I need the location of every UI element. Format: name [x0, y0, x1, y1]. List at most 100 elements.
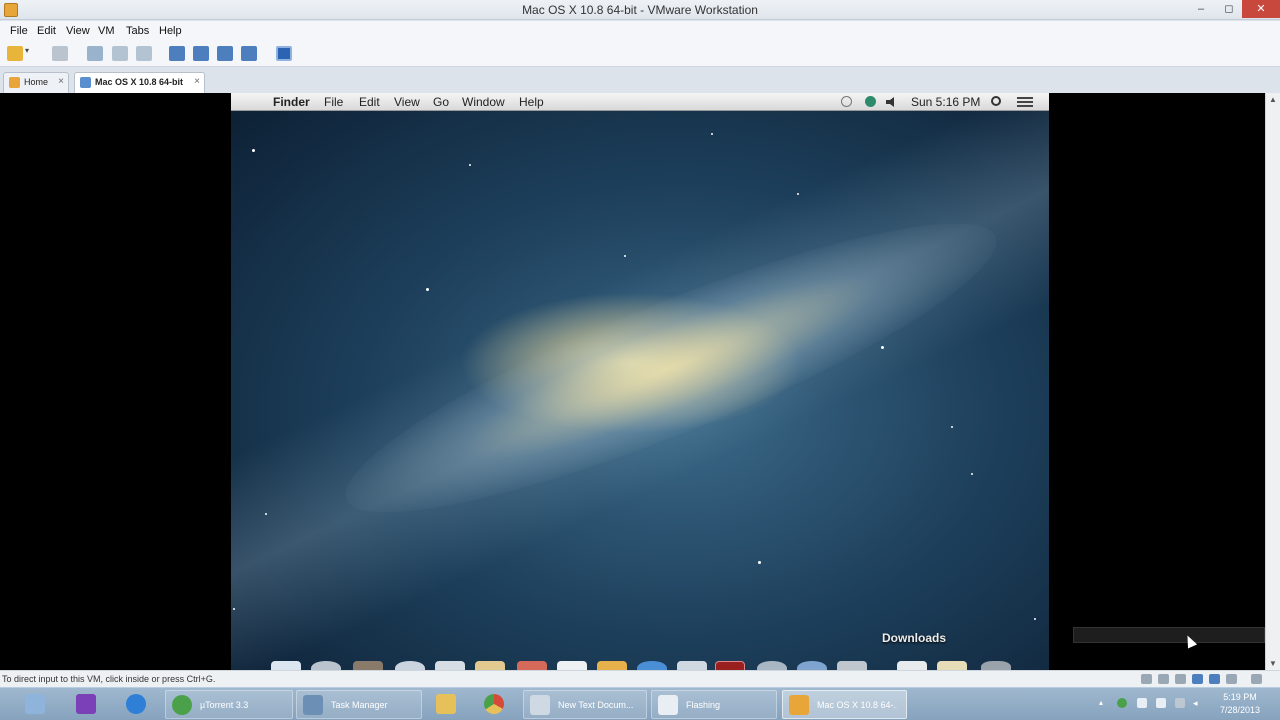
tray-network-icon[interactable]	[1175, 698, 1185, 708]
power-icon[interactable]	[7, 46, 23, 61]
notes-dock-icon[interactable]	[557, 661, 587, 670]
vm-console[interactable]: Finder File Edit View Go Window Help Sun…	[0, 93, 1265, 670]
star	[881, 346, 884, 349]
taskbar-vmware[interactable]: Mac OS X 10.8 64-...	[782, 690, 907, 719]
full-screen-icon[interactable]	[217, 46, 233, 61]
tab-home-close-icon[interactable]: ×	[58, 76, 64, 87]
show-library-icon[interactable]	[169, 46, 185, 61]
device-usb-icon[interactable]	[1158, 674, 1169, 684]
contacts-dock-icon[interactable]	[475, 661, 505, 670]
menu-edit[interactable]: Edit	[37, 25, 56, 37]
taskbar-flashing-label: Flashing	[686, 700, 721, 710]
snapshot-icon[interactable]	[87, 46, 103, 61]
tab-mac-os-label: Mac OS X 10.8 64-bit	[95, 77, 184, 87]
menu-tabs[interactable]: Tabs	[126, 25, 149, 37]
windows-taskbar: µTorrent 3.3 Task Manager New Text Docum…	[0, 687, 1280, 720]
taskbar-file-explorer[interactable]	[424, 690, 468, 719]
documents-stack-icon[interactable]	[897, 661, 927, 670]
show-thumbnail-bar-icon[interactable]	[193, 46, 209, 61]
mac-menu-edit[interactable]: Edit	[359, 95, 380, 109]
system-preferences-dock-icon[interactable]	[757, 661, 787, 670]
tray-volume-icon[interactable]: ◂	[1193, 698, 1203, 708]
photo-booth-dock-icon[interactable]	[715, 661, 745, 670]
menu-file[interactable]: File	[10, 25, 28, 37]
device-printer-icon[interactable]	[1226, 674, 1237, 684]
sync-status-icon[interactable]	[865, 96, 876, 107]
taskbar-notepad[interactable]: New Text Docum...	[523, 690, 647, 719]
time-machine-icon[interactable]	[841, 96, 852, 107]
notification-center-icon[interactable]	[1017, 97, 1033, 107]
preview-dock-icon[interactable]	[837, 661, 867, 670]
star	[252, 149, 255, 152]
menu-view[interactable]: View	[66, 25, 90, 37]
volume-icon[interactable]	[886, 97, 894, 107]
reminders-dock-icon[interactable]	[597, 661, 627, 670]
mac-menu-finder[interactable]: Finder	[273, 95, 310, 109]
mac-menu-view[interactable]: View	[394, 95, 420, 109]
system-clock[interactable]: 5:19 PM 7/28/2013	[1212, 691, 1268, 717]
taskbar-task-manager[interactable]: Task Manager	[296, 690, 422, 719]
vertical-scrollbar[interactable]: ▲ ▼	[1265, 93, 1280, 670]
mac-menu-window[interactable]: Window	[462, 95, 505, 109]
vm-icon	[80, 77, 91, 88]
device-network-icon[interactable]	[1141, 674, 1152, 684]
tab-home-label: Home	[24, 77, 49, 87]
device-cd-icon[interactable]	[1175, 674, 1186, 684]
message-log-icon[interactable]	[1251, 674, 1262, 684]
safari-dock-icon[interactable]	[395, 661, 425, 670]
unity-icon[interactable]	[241, 46, 257, 61]
calendar-dock-icon[interactable]	[517, 661, 547, 670]
scroll-down-icon[interactable]: ▼	[1269, 659, 1277, 668]
mac-menu-file[interactable]: File	[324, 95, 343, 109]
taskbar-visual-studio[interactable]	[64, 690, 108, 719]
guest-desktop[interactable]: Finder File Edit View Go Window Help Sun…	[231, 93, 1049, 670]
send-ctrl-alt-del-icon[interactable]	[52, 46, 68, 61]
trash-dock-icon[interactable]	[981, 661, 1011, 670]
finder-dock-icon[interactable]	[271, 661, 301, 670]
mail-dock-icon[interactable]	[435, 661, 465, 670]
revert-snapshot-icon[interactable]	[112, 46, 128, 61]
itunes-dock-icon[interactable]	[797, 661, 827, 670]
tray-flag-icon[interactable]	[1137, 698, 1147, 708]
snapshot-manager-icon[interactable]	[136, 46, 152, 61]
taskbar-utorrent[interactable]: µTorrent 3.3	[165, 690, 293, 719]
taskbar-chrome[interactable]	[472, 690, 516, 719]
tab-home[interactable]: Home ×	[3, 72, 69, 93]
mac-clock[interactable]: Sun 5:16 PM	[911, 95, 980, 109]
taskbar-itunes[interactable]	[114, 690, 158, 719]
menu-help[interactable]: Help	[159, 25, 182, 37]
taskbar-explorer-file[interactable]	[14, 690, 56, 719]
tray-overflow-icon[interactable]: ▴	[1099, 698, 1109, 708]
itunes-icon	[126, 694, 146, 714]
downloads-stack-icon[interactable]	[937, 661, 967, 670]
star	[265, 513, 267, 515]
menu-vm[interactable]: VM	[98, 25, 115, 37]
minimize-button[interactable]: ‒	[1188, 0, 1214, 18]
app-store-dock-icon[interactable]	[637, 661, 667, 670]
mission-control-dock-icon[interactable]	[353, 661, 383, 670]
toolbar: ▾	[0, 41, 1280, 67]
mac-menu-bar: Finder File Edit View Go Window Help Sun…	[231, 93, 1049, 111]
title-bar: Mac OS X 10.8 64-bit - VMware Workstatio…	[0, 0, 1280, 20]
device-sound-icon[interactable]	[1209, 674, 1220, 684]
launchpad-dock-icon[interactable]	[311, 661, 341, 670]
task-manager-icon	[303, 695, 323, 715]
scroll-up-icon[interactable]: ▲	[1269, 95, 1277, 104]
power-dropdown-icon[interactable]: ▾	[25, 46, 33, 61]
window-title: Mac OS X 10.8 64-bit - VMware Workstatio…	[522, 3, 758, 17]
maximize-button[interactable]: ◻	[1216, 0, 1242, 18]
device-hdd-icon[interactable]	[1192, 674, 1203, 684]
tray-app-icon[interactable]	[1156, 698, 1166, 708]
star	[1034, 618, 1036, 620]
tray-utorrent-icon[interactable]	[1117, 698, 1127, 708]
fit-guest-icon[interactable]	[276, 46, 292, 61]
mac-menu-go[interactable]: Go	[433, 95, 449, 109]
tab-mac-os-close-icon[interactable]: ×	[194, 76, 200, 87]
close-button[interactable]: ✕	[1242, 0, 1280, 18]
star	[469, 164, 471, 166]
taskbar-flashing[interactable]: Flashing	[651, 690, 777, 719]
mac-menu-help[interactable]: Help	[519, 95, 544, 109]
spotlight-icon[interactable]	[991, 96, 1001, 106]
messages-dock-icon[interactable]	[677, 661, 707, 670]
tab-mac-os[interactable]: Mac OS X 10.8 64-bit ×	[74, 72, 205, 93]
